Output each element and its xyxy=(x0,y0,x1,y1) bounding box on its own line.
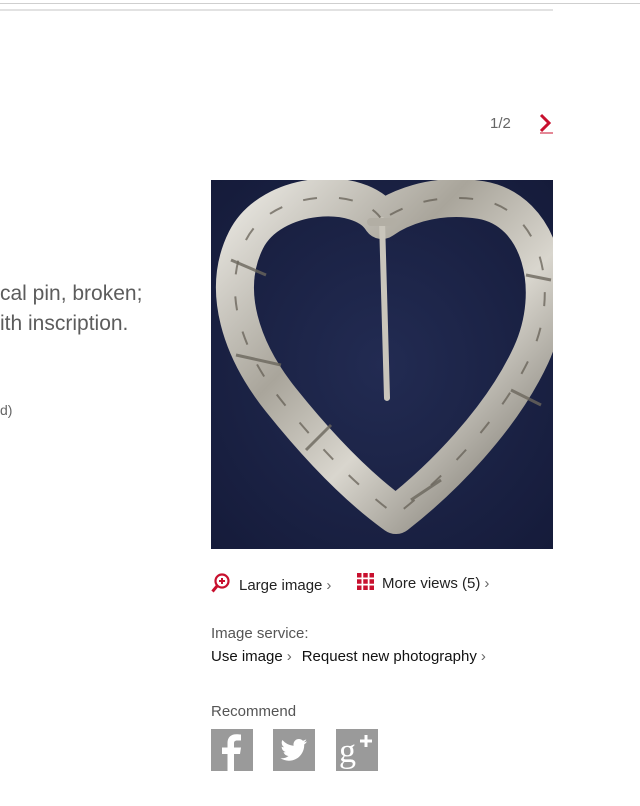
use-image-link[interactable]: Use image › xyxy=(211,648,292,665)
facebook-icon xyxy=(222,734,241,771)
next-image-button[interactable] xyxy=(536,112,554,134)
description-line-2: ith inscription. xyxy=(0,312,129,335)
recommend-label: Recommend xyxy=(211,703,297,720)
header-divider xyxy=(0,9,553,11)
google-plus-icon: g xyxy=(339,733,372,770)
facebook-share-button[interactable] xyxy=(211,729,253,771)
zoom-plus-icon xyxy=(211,573,231,597)
description-line-1: cal pin, broken; xyxy=(0,282,143,305)
image-service-label: Image service: xyxy=(211,625,309,642)
pager-count: 1/2 xyxy=(490,115,511,132)
grid-icon xyxy=(357,573,374,594)
svg-text:g: g xyxy=(339,733,356,770)
large-image-label: Large image xyxy=(239,576,323,594)
object-photo[interactable] xyxy=(211,180,553,549)
more-views-link[interactable]: More views (5) › xyxy=(357,573,489,594)
description-note: d) xyxy=(0,402,13,418)
more-views-label: More views (5) xyxy=(382,575,481,592)
use-image-label: Use image xyxy=(211,648,283,665)
image-service-links: Use image › Request new photography › xyxy=(211,648,496,665)
chevron-right-icon: › xyxy=(286,648,292,665)
object-description: cal pin, broken; ith inscription. xyxy=(0,279,142,339)
chevron-right-icon: › xyxy=(484,575,490,592)
google-plus-share-button[interactable]: g xyxy=(336,729,378,771)
large-image-link[interactable]: Large image › xyxy=(211,573,331,597)
top-border xyxy=(0,3,640,4)
chevron-right-icon: › xyxy=(326,576,332,594)
chevron-right-icon xyxy=(539,113,553,134)
request-photography-link[interactable]: Request new photography › xyxy=(302,648,486,665)
chevron-right-icon: › xyxy=(480,648,486,665)
twitter-share-button[interactable] xyxy=(273,729,315,771)
request-photography-label: Request new photography xyxy=(301,648,477,665)
twitter-icon xyxy=(280,739,307,761)
